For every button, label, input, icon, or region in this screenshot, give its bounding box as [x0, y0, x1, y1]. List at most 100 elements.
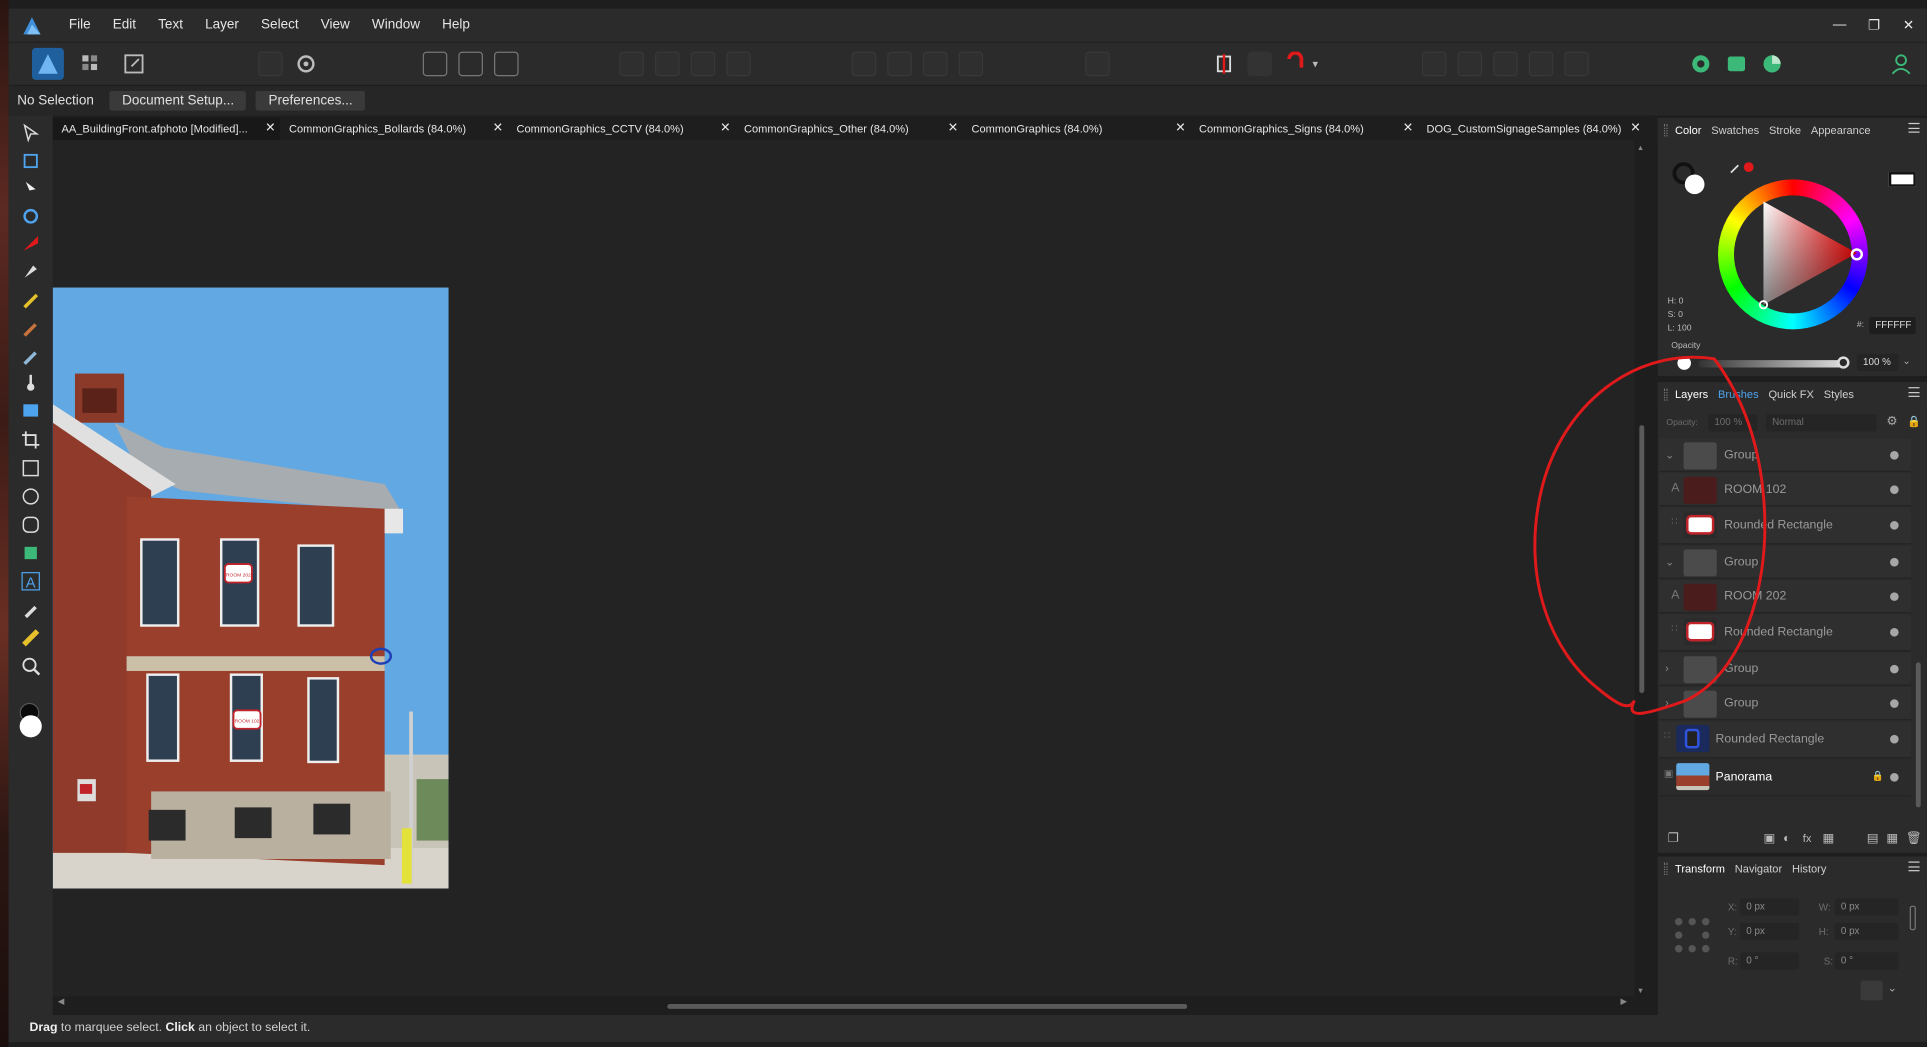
place-image-icon[interactable]: [21, 401, 41, 421]
visibility-dot[interactable]: [1890, 521, 1899, 530]
fill-stroke-swatch[interactable]: [1672, 162, 1705, 195]
pen-tool-icon[interactable]: [21, 262, 41, 282]
document-canvas[interactable]: ROOM 202 ROOM 102: [52, 140, 1635, 997]
fx-icon[interactable]: fx: [1803, 832, 1812, 844]
snapping-icon[interactable]: [1212, 52, 1237, 77]
tab-custom-signage[interactable]: DOG_CustomSignageSamples (84.0%) ✕: [1417, 117, 1646, 141]
layer-row[interactable]: › Group: [1659, 686, 1911, 721]
clone-tool-icon[interactable]: [21, 345, 41, 365]
layer-row[interactable]: › Group: [1659, 652, 1911, 686]
pencil-tool-icon[interactable]: [21, 289, 41, 309]
color-wheel[interactable]: [1718, 179, 1868, 330]
h-field[interactable]: 0 px: [1834, 922, 1899, 941]
vertical-scroll-thumb[interactable]: [1639, 425, 1645, 694]
delete-layer-icon[interactable]: 🗑: [1906, 832, 1922, 846]
tab-stroke[interactable]: Stroke: [1769, 124, 1801, 136]
paint-brush-icon[interactable]: [21, 233, 41, 253]
visibility-dot[interactable]: [1890, 451, 1899, 460]
live-filter-icon[interactable]: ▦: [1822, 832, 1834, 846]
ellipse-tool-icon[interactable]: [21, 487, 41, 507]
opacity-value-field[interactable]: 100 %: [1856, 353, 1899, 372]
export-persona-icon[interactable]: [122, 52, 147, 77]
user-account-icon[interactable]: [1889, 52, 1914, 77]
menu-view[interactable]: View: [310, 9, 361, 42]
shape-tool-icon[interactable]: [21, 543, 41, 563]
layer-row[interactable]: ▣ Panorama 🔒: [1659, 759, 1911, 797]
tab-common-graphics[interactable]: CommonGraphics (84.0%) ✕: [962, 117, 1191, 141]
tab-brushes[interactable]: Brushes: [1718, 388, 1759, 400]
align-icon-4[interactable]: [958, 51, 984, 77]
chevron-down-icon[interactable]: ▾: [1312, 52, 1324, 77]
layer-row[interactable]: A ROOM 202: [1659, 580, 1911, 614]
move-tool-icon[interactable]: [21, 123, 41, 143]
visibility-dot[interactable]: [1890, 734, 1899, 744]
close-tab-icon[interactable]: ✕: [948, 118, 958, 140]
document-setup-button[interactable]: Document Setup...: [109, 90, 247, 111]
tab-navigator[interactable]: Navigator: [1735, 863, 1782, 875]
panel-menu-icon[interactable]: [1908, 387, 1920, 397]
arrange-icon-3[interactable]: [690, 51, 716, 77]
tab-transform[interactable]: Transform: [1675, 863, 1725, 875]
chevron-right-icon[interactable]: ›: [1665, 662, 1669, 674]
zoom-tool-icon[interactable]: [21, 656, 41, 676]
opacity-slider-handle[interactable]: [1837, 356, 1850, 369]
tab-history[interactable]: History: [1792, 863, 1826, 875]
tab-layers[interactable]: Layers: [1675, 388, 1708, 400]
layer-settings-gear-icon[interactable]: ⚙: [1886, 415, 1897, 429]
crop-tool-icon[interactable]: [21, 430, 41, 450]
x-field[interactable]: 0 px: [1740, 898, 1800, 916]
blend-mode-select[interactable]: Normal: [1765, 414, 1877, 432]
snapping-options-icon[interactable]: [1247, 51, 1272, 77]
eyedropper-icon[interactable]: [1729, 160, 1741, 174]
liquify-persona-icon[interactable]: [79, 52, 104, 77]
close-tab-icon[interactable]: ✕: [265, 118, 275, 140]
invert-selection-icon[interactable]: [494, 51, 519, 77]
tab-cctv[interactable]: CommonGraphics_CCTV (84.0%) ✕: [507, 117, 736, 141]
visibility-dot[interactable]: [1890, 772, 1899, 782]
tab-appearance[interactable]: Appearance: [1811, 124, 1871, 136]
tab-styles[interactable]: Styles: [1824, 388, 1854, 400]
layer-row[interactable]: ⌄ Group: [1659, 438, 1911, 472]
color-wheel-icon[interactable]: [1760, 52, 1785, 77]
menu-edit[interactable]: Edit: [102, 9, 147, 42]
canvas-horizontal-scrollbar[interactable]: ◀ ▶: [52, 996, 1635, 1014]
artboard-tool-icon[interactable]: [21, 151, 41, 171]
minimize-icon[interactable]: —: [1831, 17, 1848, 33]
chevron-down-icon[interactable]: ⌄: [1665, 449, 1674, 463]
arrange-icon-4[interactable]: [726, 51, 751, 77]
shear-field[interactable]: 0 °: [1834, 952, 1899, 970]
transform-icon[interactable]: [1085, 51, 1110, 77]
scroll-right-icon[interactable]: ▶: [1620, 997, 1627, 1007]
node-tool-icon[interactable]: [21, 179, 41, 199]
hex-field[interactable]: FFFFFF: [1869, 317, 1916, 335]
close-tab-icon[interactable]: ✕: [720, 118, 730, 140]
menu-window[interactable]: Window: [361, 9, 431, 42]
panel-menu-icon[interactable]: [1908, 122, 1920, 133]
visibility-dot[interactable]: [1890, 627, 1899, 637]
boolean-icon-2[interactable]: [1457, 51, 1483, 77]
layer-row[interactable]: ∷ Rounded Rectangle: [1659, 507, 1911, 545]
layer-opacity-field[interactable]: 100 %: [1708, 414, 1758, 432]
boolean-icon-1[interactable]: [1421, 51, 1447, 77]
tab-quick-fx[interactable]: Quick FX: [1768, 388, 1813, 400]
assistant-icon[interactable]: [1689, 52, 1714, 77]
anchor-point-selector[interactable]: [1674, 917, 1710, 953]
tab-other[interactable]: CommonGraphics_Other (84.0%) ✕: [735, 117, 963, 141]
menu-layer[interactable]: Layer: [194, 9, 250, 42]
layer-row[interactable]: A ROOM 102: [1659, 473, 1911, 507]
color-mode-toggle[interactable]: [1888, 172, 1916, 187]
close-tab-icon[interactable]: ✕: [1403, 118, 1413, 140]
chevron-right-icon[interactable]: ›: [1665, 697, 1669, 709]
restore-icon[interactable]: ❐: [1865, 17, 1882, 33]
arrange-icon-2[interactable]: [655, 51, 680, 77]
opacity-slider[interactable]: [1698, 356, 1850, 369]
align-icon-2[interactable]: [887, 51, 912, 77]
rotation-field[interactable]: 0 °: [1740, 952, 1800, 970]
scroll-up-icon[interactable]: ▲: [1637, 145, 1644, 152]
color-swatches[interactable]: [18, 702, 43, 740]
chevron-down-icon[interactable]: ⌄: [1665, 555, 1674, 569]
brush-tool-icon[interactable]: [21, 317, 41, 337]
preferences-button[interactable]: Preferences...: [256, 90, 365, 111]
layers-scrollbar[interactable]: [1915, 441, 1922, 810]
rectangle-tool-icon[interactable]: [21, 458, 41, 478]
